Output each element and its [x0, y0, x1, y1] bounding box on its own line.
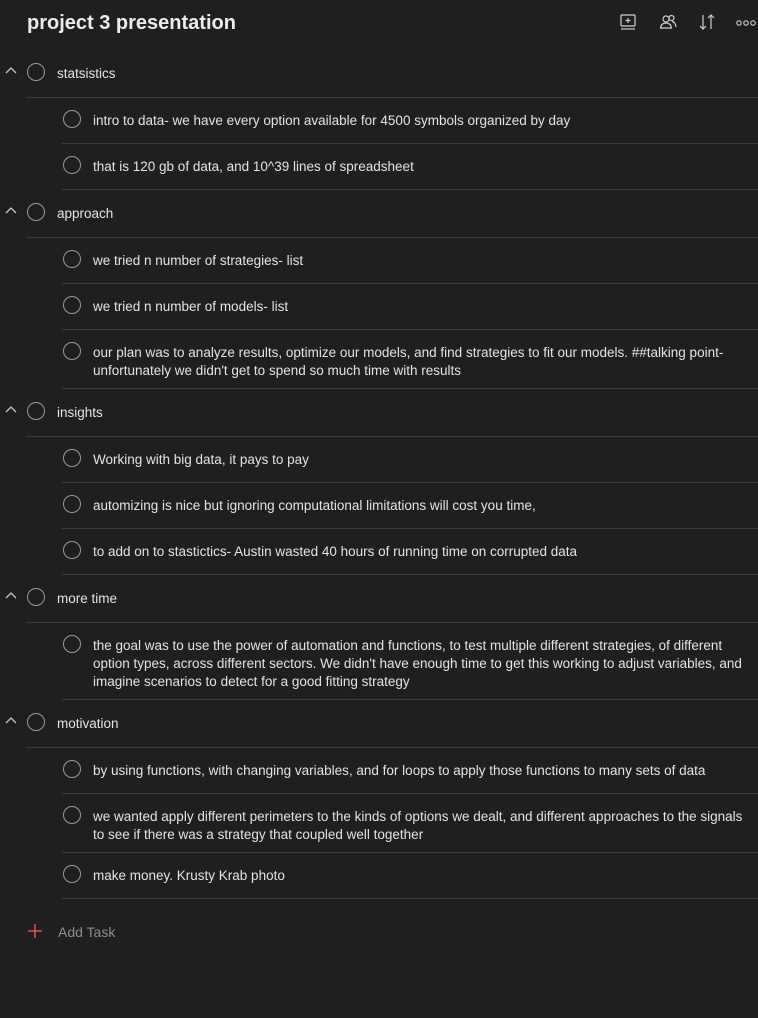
more-button[interactable] — [736, 12, 758, 34]
section-header[interactable]: insights — [0, 389, 758, 437]
section-title: more time — [57, 591, 118, 606]
task-list: statsistics intro to data- we have every… — [0, 50, 758, 899]
collapse-chevron-icon[interactable] — [5, 404, 17, 414]
task-text: automizing is nice but ignoring computat… — [93, 498, 536, 513]
task-text: we wanted apply different perimeters to … — [93, 809, 743, 842]
collapse-chevron-icon[interactable] — [5, 205, 17, 215]
task-text: the goal was to use the power of automat… — [93, 638, 742, 689]
section-title: insights — [57, 405, 103, 420]
share-button[interactable] — [658, 12, 680, 34]
share-people-icon — [659, 14, 677, 29]
add-section-icon — [620, 14, 636, 30]
plus-icon — [26, 922, 44, 940]
section-title: motivation — [57, 716, 119, 731]
complete-checkbox[interactable] — [63, 865, 81, 883]
task-row[interactable]: by using functions, with changing variab… — [0, 748, 758, 794]
task-row[interactable]: make money. Krusty Krab photo — [0, 853, 758, 899]
complete-checkbox[interactable] — [63, 250, 81, 268]
task-text: intro to data- we have every option avai… — [93, 113, 571, 128]
complete-checkbox[interactable] — [63, 449, 81, 467]
complete-checkbox[interactable] — [27, 402, 45, 420]
task-text: we tried n number of models- list — [93, 299, 289, 314]
task-text: by using functions, with changing variab… — [93, 763, 706, 778]
divider — [62, 898, 758, 899]
task-row[interactable]: that is 120 gb of data, and 10^39 lines … — [0, 144, 758, 190]
task-text: our plan was to analyze results, optimiz… — [93, 345, 724, 378]
task-row[interactable]: Working with big data, it pays to pay — [0, 437, 758, 483]
task-row[interactable]: automizing is nice but ignoring computat… — [0, 483, 758, 529]
collapse-chevron-icon[interactable] — [5, 715, 17, 725]
complete-checkbox[interactable] — [63, 110, 81, 128]
task-row[interactable]: our plan was to analyze results, optimiz… — [0, 330, 758, 389]
complete-checkbox[interactable] — [63, 635, 81, 653]
complete-checkbox[interactable] — [63, 541, 81, 559]
task-row[interactable]: we tried n number of strategies- list — [0, 238, 758, 284]
section-header[interactable]: statsistics — [0, 50, 758, 98]
sort-button[interactable] — [697, 12, 719, 34]
add-task-button[interactable]: Add Task — [26, 920, 226, 944]
task-row[interactable]: we tried n number of models- list — [0, 284, 758, 330]
task-text: to add on to stastictics- Austin wasted … — [93, 544, 578, 559]
collapse-chevron-icon[interactable] — [5, 590, 17, 600]
add-section-button[interactable] — [618, 12, 640, 34]
complete-checkbox[interactable] — [27, 588, 45, 606]
more-icon — [736, 20, 756, 26]
page-title: project 3 presentation — [27, 12, 236, 34]
task-text: that is 120 gb of data, and 10^39 lines … — [93, 159, 414, 174]
sort-icon — [699, 14, 715, 30]
section-title: statsistics — [57, 66, 116, 81]
task-text: we tried n number of strategies- list — [93, 253, 304, 268]
task-text: make money. Krusty Krab photo — [93, 868, 285, 883]
complete-checkbox[interactable] — [63, 156, 81, 174]
header: project 3 presentation — [0, 0, 758, 50]
complete-checkbox[interactable] — [27, 713, 45, 731]
add-task-label: Add Task — [58, 924, 116, 940]
task-text: Working with big data, it pays to pay — [93, 452, 309, 467]
complete-checkbox[interactable] — [63, 296, 81, 314]
task-row[interactable]: to add on to stastictics- Austin wasted … — [0, 529, 758, 575]
complete-checkbox[interactable] — [63, 495, 81, 513]
complete-checkbox[interactable] — [63, 760, 81, 778]
complete-checkbox[interactable] — [27, 203, 45, 221]
collapse-chevron-icon[interactable] — [5, 65, 17, 75]
task-row[interactable]: we wanted apply different perimeters to … — [0, 794, 758, 853]
complete-checkbox[interactable] — [63, 342, 81, 360]
task-row[interactable]: the goal was to use the power of automat… — [0, 623, 758, 700]
section-header[interactable]: motivation — [0, 700, 758, 748]
task-row[interactable]: intro to data- we have every option avai… — [0, 98, 758, 144]
section-title: approach — [57, 206, 114, 221]
section-header[interactable]: approach — [0, 190, 758, 238]
section-header[interactable]: more time — [0, 575, 758, 623]
complete-checkbox[interactable] — [27, 63, 45, 81]
complete-checkbox[interactable] — [63, 806, 81, 824]
